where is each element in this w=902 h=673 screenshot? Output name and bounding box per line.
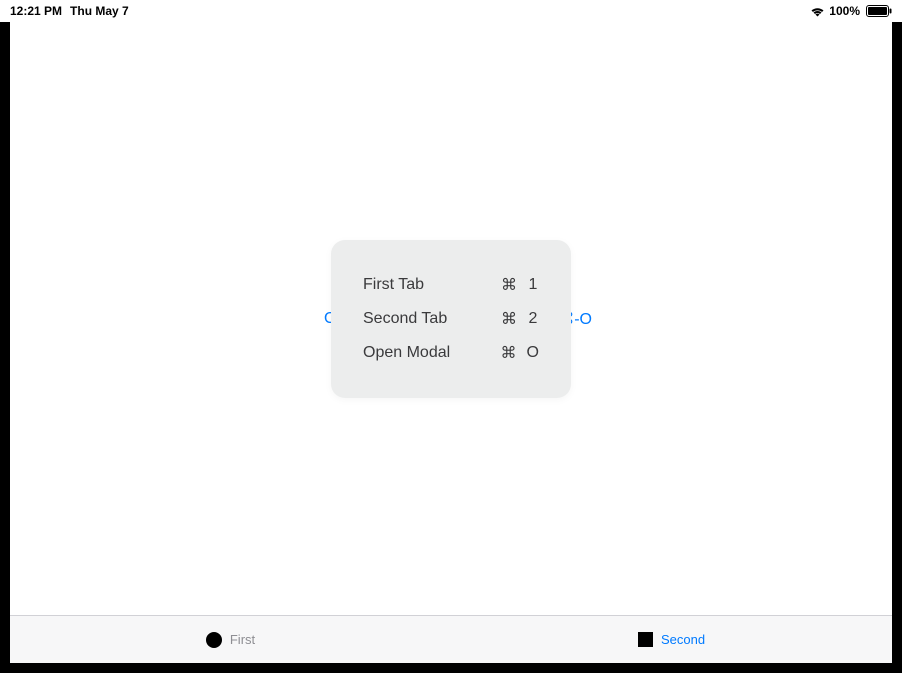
shortcut-key: 2: [527, 310, 539, 328]
shortcut-keys: ⌘ 2: [501, 309, 539, 329]
command-icon: ⌘: [501, 343, 517, 363]
shortcut-second-tab[interactable]: Second Tab ⌘ 2: [363, 302, 539, 336]
command-icon: ⌘: [501, 309, 517, 329]
tab-label: First: [230, 632, 255, 647]
wifi-icon: [810, 6, 825, 17]
tab-second[interactable]: Second: [451, 632, 892, 647]
shortcut-label: Second Tab: [363, 310, 501, 328]
shortcut-key: 1: [527, 276, 539, 294]
battery-icon: [866, 5, 892, 17]
tab-label: Second: [661, 632, 705, 647]
shortcut-label: First Tab: [363, 276, 501, 294]
status-left: 12:21 PM Thu May 7: [10, 4, 129, 18]
tab-first[interactable]: First: [10, 632, 451, 648]
status-time: 12:21 PM: [10, 4, 62, 18]
content-area: Ope ⌘-O First Tab ⌘ 1 Second Tab ⌘ 2 Ope…: [10, 22, 892, 615]
shortcut-label: Open Modal: [363, 344, 501, 362]
shortcut-first-tab[interactable]: First Tab ⌘ 1: [363, 268, 539, 302]
status-right: 100%: [810, 4, 892, 18]
shortcut-key: O: [527, 344, 539, 362]
square-icon: [638, 632, 653, 647]
shortcut-open-modal[interactable]: Open Modal ⌘ O: [363, 336, 539, 370]
app-area: Ope ⌘-O First Tab ⌘ 1 Second Tab ⌘ 2 Ope…: [10, 22, 892, 663]
keyboard-shortcuts-overlay: First Tab ⌘ 1 Second Tab ⌘ 2 Open Modal …: [331, 240, 571, 398]
shortcut-keys: ⌘ 1: [501, 275, 539, 295]
tab-bar: First Second: [10, 615, 892, 663]
command-icon: ⌘: [501, 275, 517, 295]
shortcut-keys: ⌘ O: [501, 343, 539, 363]
status-date: Thu May 7: [70, 4, 129, 18]
circle-icon: [206, 632, 222, 648]
battery-percent: 100%: [829, 4, 860, 18]
status-bar: 12:21 PM Thu May 7 100%: [0, 0, 902, 22]
